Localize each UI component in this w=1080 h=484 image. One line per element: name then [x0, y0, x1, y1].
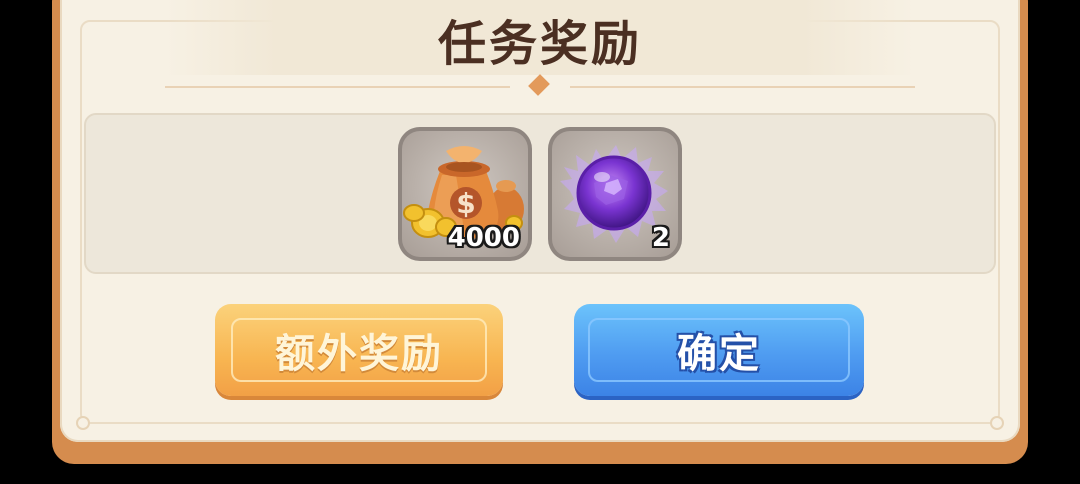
reward-slot-background: $ 4000 [402, 131, 528, 257]
title-divider-right [570, 86, 915, 88]
reward-slot-orb[interactable]: 2 [548, 127, 682, 261]
confirm-label: 确定 [677, 331, 761, 377]
reward-panel [84, 113, 996, 274]
confirm-button[interactable]: 确定 [574, 304, 864, 396]
reward-count: 2 [651, 223, 670, 253]
reward-count: 4000 [447, 223, 520, 253]
dialog-title: 任务奖励 [437, 16, 642, 72]
corner-ornament-left [76, 416, 90, 430]
extra-reward-button[interactable]: 额外奖励 [215, 304, 503, 396]
title-divider-left [165, 86, 510, 88]
reward-slot-background: 2 [552, 131, 678, 257]
svg-text:$: $ [456, 187, 475, 220]
extra-reward-label: 额外奖励 [275, 331, 443, 377]
corner-ornament-right [990, 416, 1004, 430]
reward-slot-coins[interactable]: $ 4000 [398, 127, 532, 261]
